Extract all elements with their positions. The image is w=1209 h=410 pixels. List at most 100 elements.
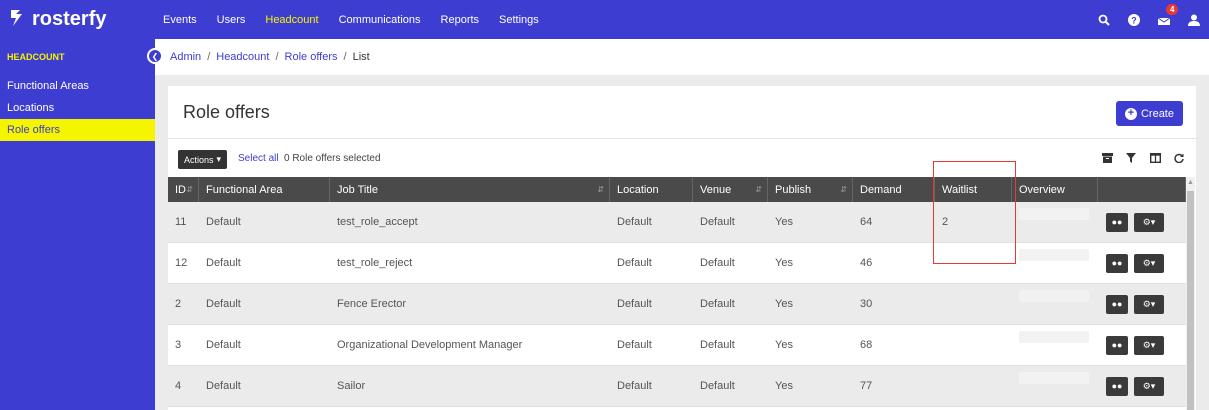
nav-settings[interactable]: Settings — [499, 14, 539, 26]
row-settings-dropdown[interactable]: ⚙▾ — [1134, 212, 1164, 232]
cell-publish: Yes — [775, 339, 793, 351]
column-header-overview[interactable]: Overview — [1012, 177, 1098, 202]
table-row[interactable]: 4 Default Sailor Default Default Yes 77 … — [168, 366, 1186, 407]
cell-functional-area: Default — [206, 216, 241, 228]
cell-actions: ●● ⚙▾ — [1098, 284, 1186, 324]
sort-icon: ⇵ — [755, 185, 762, 194]
cell-functional-area: Default — [206, 339, 241, 351]
gear-icon: ⚙▾ — [1142, 257, 1156, 268]
nav-headcount[interactable]: Headcount — [265, 14, 318, 26]
gear-icon: ⚙▾ — [1142, 339, 1156, 350]
sidebar-item-functional-areas[interactable]: Functional Areas — [0, 75, 155, 97]
breadcrumb-admin[interactable]: Admin — [170, 51, 201, 63]
users-icon: ●● — [1111, 217, 1123, 227]
cell-venue: Default — [700, 257, 735, 269]
column-header-id[interactable]: ID ⇵ — [168, 177, 199, 202]
cell-id: 4 — [175, 380, 182, 392]
breadcrumb-separator: / — [207, 51, 211, 63]
cell-job-title: Fence Erector — [337, 298, 407, 310]
column-header-demand[interactable]: Demand — [853, 177, 935, 202]
cell-job-title: Sailor — [337, 380, 366, 392]
brand-logo[interactable]: rosterfy — [0, 0, 155, 39]
row-settings-dropdown[interactable]: ⚙▾ — [1134, 294, 1164, 314]
row-users-button[interactable]: ●● — [1106, 253, 1128, 273]
row-settings-dropdown[interactable]: ⚙▾ — [1134, 376, 1164, 396]
user-account-icon[interactable] — [1179, 14, 1209, 26]
table-toolbar: Actions ▾ Select all 0 Role offers selec… — [168, 139, 1196, 177]
gear-icon: ⚙▾ — [1142, 380, 1156, 391]
archive-icon[interactable] — [1100, 151, 1114, 165]
cell-location: Default — [617, 257, 652, 269]
cell-id: 12 — [175, 257, 188, 269]
help-icon[interactable]: ? — [1119, 13, 1149, 26]
column-header-functional-area[interactable]: Functional Area — [199, 177, 330, 202]
cell-overview — [1012, 366, 1098, 406]
cell-publish: Yes — [775, 216, 793, 228]
row-users-button[interactable]: ●● — [1106, 376, 1128, 396]
cell-overview — [1012, 243, 1098, 283]
scrollbar-thumb[interactable] — [1187, 191, 1194, 410]
sidebar-item-role-offers[interactable]: Role offers — [0, 119, 155, 141]
cell-location: Default — [617, 298, 652, 310]
brand-name: rosterfy — [32, 8, 107, 30]
table-row[interactable]: 11 Default test_role_accept Default Defa… — [168, 202, 1186, 243]
create-button[interactable]: + Create — [1115, 101, 1183, 126]
row-settings-dropdown[interactable]: ⚙▾ — [1134, 335, 1164, 355]
breadcrumb-headcount[interactable]: Headcount — [216, 51, 269, 63]
row-settings-dropdown[interactable]: ⚙▾ — [1134, 253, 1164, 273]
nav-events[interactable]: Events — [163, 14, 197, 26]
column-header-job-title[interactable]: Job Title ⇵ — [330, 177, 610, 202]
cell-job-title: Organizational Development Manager — [337, 339, 523, 351]
cell-waitlist — [935, 284, 1012, 324]
column-header-actions — [1098, 177, 1186, 202]
nav-reports[interactable]: Reports — [441, 14, 480, 26]
table-scrollbar[interactable]: ▲ — [1186, 177, 1195, 410]
create-button-label: Create — [1140, 107, 1174, 120]
notifications-icon[interactable]: 4 — [1149, 3, 1179, 26]
role-offers-table: ID ⇵ Functional Area Job Title ⇵ Location … — [168, 177, 1186, 407]
column-header-waitlist[interactable]: Waitlist — [935, 177, 1012, 202]
nav-users[interactable]: Users — [217, 14, 246, 26]
select-all-link[interactable]: Select all — [238, 153, 279, 164]
sidebar: HEADCOUNT Functional Areas Locations Rol… — [0, 39, 155, 410]
breadcrumb-role-offers[interactable]: Role offers — [285, 51, 338, 63]
row-users-button[interactable]: ●● — [1106, 335, 1128, 355]
table-row[interactable]: 3 Default Organizational Development Man… — [168, 325, 1186, 366]
sidebar-item-locations[interactable]: Locations — [0, 97, 155, 119]
cell-functional-area: Default — [206, 380, 241, 392]
column-header-location[interactable]: Location — [610, 177, 693, 202]
cell-actions: ●● ⚙▾ — [1098, 243, 1186, 283]
users-icon: ●● — [1111, 299, 1123, 309]
row-users-button[interactable]: ●● — [1106, 212, 1128, 232]
column-header-publish[interactable]: Publish ⇵ — [768, 177, 853, 202]
sidebar-collapse-button[interactable]: ❮ — [147, 48, 163, 64]
page-title: Role offers — [183, 101, 270, 122]
nav-communications[interactable]: Communications — [339, 14, 421, 26]
table-row[interactable]: 12 Default test_role_reject Default Defa… — [168, 243, 1186, 284]
search-icon[interactable] — [1089, 14, 1119, 26]
row-users-button[interactable]: ●● — [1106, 294, 1128, 314]
scroll-up-arrow-icon[interactable]: ▲ — [1187, 179, 1194, 186]
column-header-venue[interactable]: Venue ⇵ — [693, 177, 768, 202]
actions-dropdown[interactable]: Actions ▾ — [178, 150, 228, 169]
cell-waitlist — [935, 366, 1012, 406]
breadcrumb-separator: / — [275, 51, 279, 63]
column-header-label: ID — [175, 183, 186, 196]
users-icon: ●● — [1111, 340, 1123, 350]
table-header: ID ⇵ Functional Area Job Title ⇵ Location … — [168, 177, 1186, 202]
cell-functional-area: Default — [206, 298, 241, 310]
breadcrumb: Admin / Headcount / Role offers / List — [155, 39, 1209, 75]
columns-icon[interactable] — [1148, 151, 1162, 165]
refresh-icon[interactable] — [1172, 151, 1186, 165]
cell-location: Default — [617, 339, 652, 351]
table-row[interactable]: 2 Default Fence Erector Default Default … — [168, 284, 1186, 325]
gear-icon: ⚙▾ — [1142, 216, 1156, 227]
filter-icon[interactable] — [1124, 151, 1138, 165]
cell-actions: ●● ⚙▾ — [1098, 366, 1186, 406]
sort-icon: ⇵ — [186, 185, 193, 194]
column-header-label: Venue — [700, 183, 732, 196]
nav-utilities: ? 4 — [1089, 0, 1209, 39]
top-navbar: rosterfy Events Users Headcount Communic… — [0, 0, 1209, 39]
cell-demand: 64 — [860, 216, 873, 228]
breadcrumb-current: List — [352, 51, 370, 63]
